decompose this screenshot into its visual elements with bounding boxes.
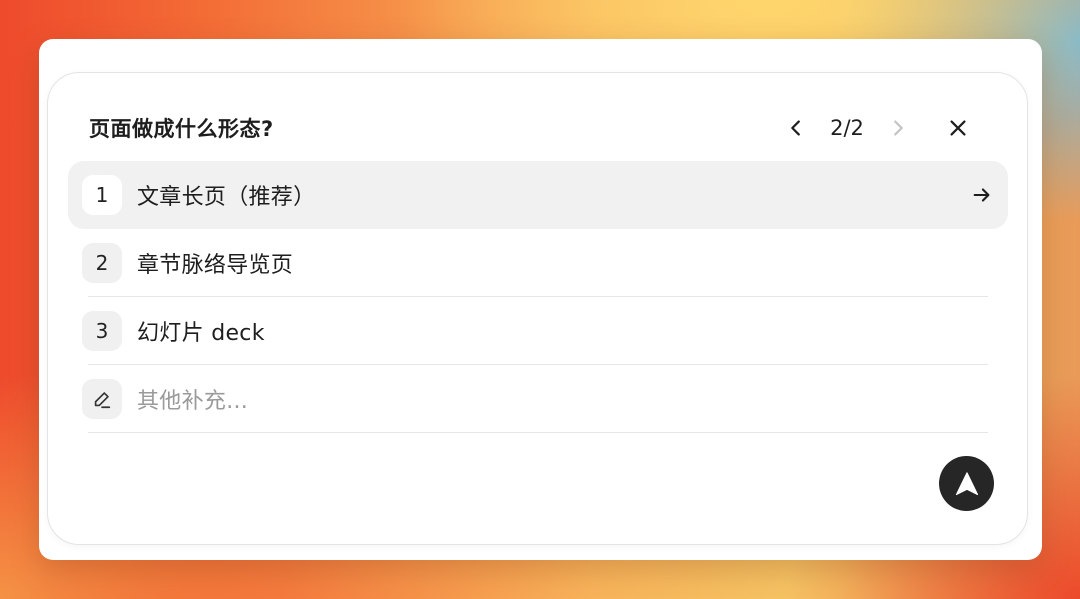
option-number-badge: 2 [82,243,122,283]
custom-input-row[interactable]: 其他补充... [68,365,1008,433]
submit-button[interactable] [939,456,994,511]
page-indicator: 2/2 [830,116,864,140]
option-3[interactable]: 3 幻灯片 deck [68,297,1008,365]
pager: 2/2 [779,111,975,145]
option-number-badge: 1 [82,175,122,215]
option-label: 章节脉络导览页 [137,253,294,278]
option-1[interactable]: 1 文章长页（推荐） [68,161,1008,229]
options-list: 1 文章长页（推荐） 2 章节脉络导览页 3 幻灯片 deck 其他补充... [68,161,1008,433]
question-title: 页面做成什么形态? [89,117,274,141]
close-button[interactable] [941,111,975,145]
option-number-badge: 3 [82,311,122,351]
custom-input-placeholder[interactable]: 其他补充... [137,383,248,415]
divider [88,432,988,433]
previous-button[interactable] [779,111,813,145]
navigation-arrow-icon [955,471,978,495]
panel-header: 页面做成什么形态? 2/2 [48,73,1027,163]
chevron-right-icon [894,120,903,136]
option-label: 幻灯片 deck [137,321,265,346]
dialog-window: 页面做成什么形态? 2/2 1 文章长页（推荐） 2 章节脉络导览页 3 幻灯片… [39,39,1042,560]
next-button[interactable] [881,111,915,145]
chevron-left-icon [791,120,800,136]
close-icon [950,120,966,136]
pencil-icon [94,392,111,409]
pencil-icon-badge [82,379,122,419]
question-panel: 页面做成什么形态? 2/2 1 文章长页（推荐） 2 章节脉络导览页 3 幻灯片… [47,72,1028,545]
option-label: 文章长页（推荐） [137,185,316,210]
option-2[interactable]: 2 章节脉络导览页 [68,229,1008,297]
arrow-right-icon [970,183,994,207]
